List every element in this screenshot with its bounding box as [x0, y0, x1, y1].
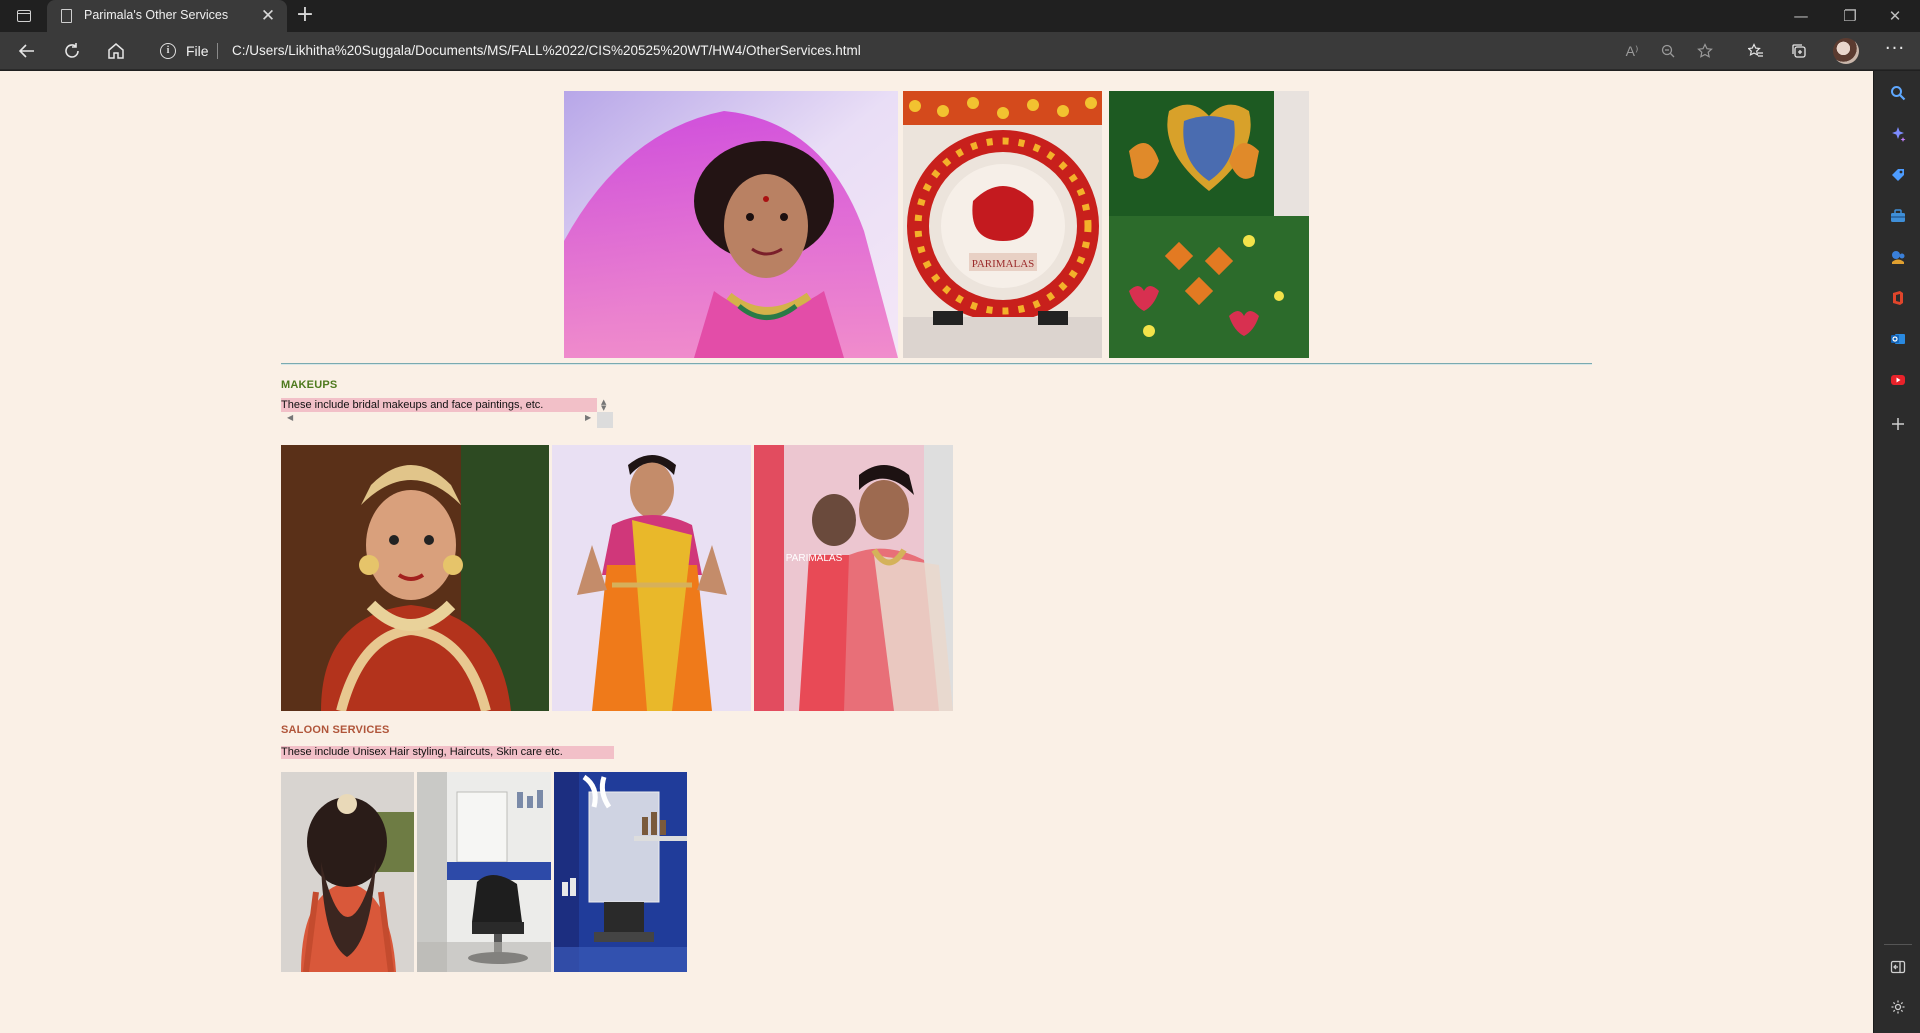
restore-button[interactable]: ❐ [1830, 4, 1870, 28]
zoom-button[interactable] [1653, 37, 1683, 65]
scroll-right-icon[interactable]: ▶ [585, 413, 591, 422]
shopping-tag-icon[interactable] [1888, 165, 1908, 185]
browser-toolbar: i File C:/Users/Likhitha%20Suggala/Docum… [0, 32, 1920, 70]
title-bar: Parimala's Other Services ✕ + — ❐ ✕ [0, 0, 1920, 32]
saloon-description: These include Unisex Hair styling, Hairc… [281, 746, 614, 759]
split-screen-icon[interactable] [1888, 957, 1908, 977]
close-window-button[interactable]: ✕ [1875, 4, 1915, 28]
page-icon [61, 9, 72, 23]
home-icon [108, 43, 124, 59]
scroll-down-icon[interactable]: ▼ [601, 404, 606, 412]
youtube-icon[interactable] [1888, 370, 1908, 390]
minimize-button[interactable]: — [1781, 4, 1821, 28]
add-icon[interactable] [1888, 414, 1908, 434]
bridal-portrait-photo [564, 91, 898, 358]
saloon-heading: SALOON SERVICES [281, 724, 390, 736]
saree-makeup-photo-2 [552, 445, 751, 711]
refresh-button[interactable] [57, 37, 87, 65]
salon-chair-photo [417, 772, 551, 972]
mirror-makeup-photo-3: PARIMALAS [754, 445, 953, 711]
favorites-icon [1747, 43, 1763, 57]
floral-rangoli-decor-photo [1109, 91, 1309, 358]
scroll-left-icon[interactable]: ◀ [287, 413, 293, 422]
address-scheme: File [186, 43, 209, 59]
url-text[interactable]: C:/Users/Likhitha%20Suggala/Documents/MS… [232, 43, 861, 58]
home-button[interactable] [101, 37, 131, 65]
settings-more-button[interactable]: ··· [1880, 37, 1910, 65]
back-button[interactable] [12, 37, 42, 65]
outlook-icon[interactable] [1888, 329, 1908, 349]
refresh-icon [65, 43, 79, 58]
edge-sidebar [1873, 71, 1920, 1033]
collections-button[interactable] [1784, 37, 1814, 65]
office-icon[interactable] [1888, 288, 1908, 308]
settings-icon[interactable] [1888, 997, 1908, 1017]
close-tab-icon[interactable]: ✕ [258, 6, 278, 26]
salon-mirror-photo [554, 772, 687, 972]
back-arrow-icon [18, 44, 34, 58]
makeups-heading: MAKEUPS [281, 379, 338, 391]
horizontal-rule [281, 363, 1592, 365]
scrollbar-corner [597, 412, 613, 428]
tab-actions-button[interactable] [11, 7, 37, 25]
bridal-makeup-photo-1 [281, 445, 549, 711]
watermark-text: PARIMALAS [786, 553, 843, 564]
tab-actions-icon [17, 10, 31, 22]
address-bar[interactable]: i File C:/Users/Likhitha%20Suggala/Docum… [150, 36, 1630, 66]
hair-styling-photo [281, 772, 414, 972]
address-separator [217, 43, 218, 59]
vertical-scroll-buttons[interactable]: ▲ ▼ [597, 398, 613, 412]
browser-tab[interactable]: Parimala's Other Services ✕ [47, 0, 287, 32]
sidebar-divider [1884, 944, 1912, 945]
search-icon[interactable] [1888, 83, 1908, 103]
horizontal-scrollbar[interactable]: ◀ ▶ [281, 412, 613, 428]
profile-avatar[interactable] [1833, 38, 1859, 64]
new-tab-button[interactable]: + [293, 4, 317, 28]
page-viewport: PARIMALAS MAKEUPS These include bridal m… [0, 71, 1873, 1033]
copilot-icon[interactable] [1888, 124, 1908, 144]
scrollbar-track[interactable] [281, 414, 597, 426]
read-aloud-button[interactable]: A⁾ [1617, 37, 1647, 65]
star-add-icon [1697, 43, 1713, 58]
add-favorite-button[interactable] [1690, 37, 1720, 65]
info-icon[interactable]: i [160, 43, 176, 59]
favorites-button[interactable] [1741, 37, 1771, 65]
toolbox-icon[interactable] [1888, 206, 1908, 226]
collections-icon [1792, 44, 1806, 58]
tab-title: Parimala's Other Services [84, 8, 229, 22]
decor-logo-text: PARIMALAS [972, 258, 1035, 270]
floral-ring-decor-photo: PARIMALAS [903, 91, 1102, 358]
makeups-description: These include bridal makeups and face pa… [281, 398, 597, 412]
games-icon[interactable] [1888, 247, 1908, 267]
zoom-out-icon [1661, 44, 1675, 58]
